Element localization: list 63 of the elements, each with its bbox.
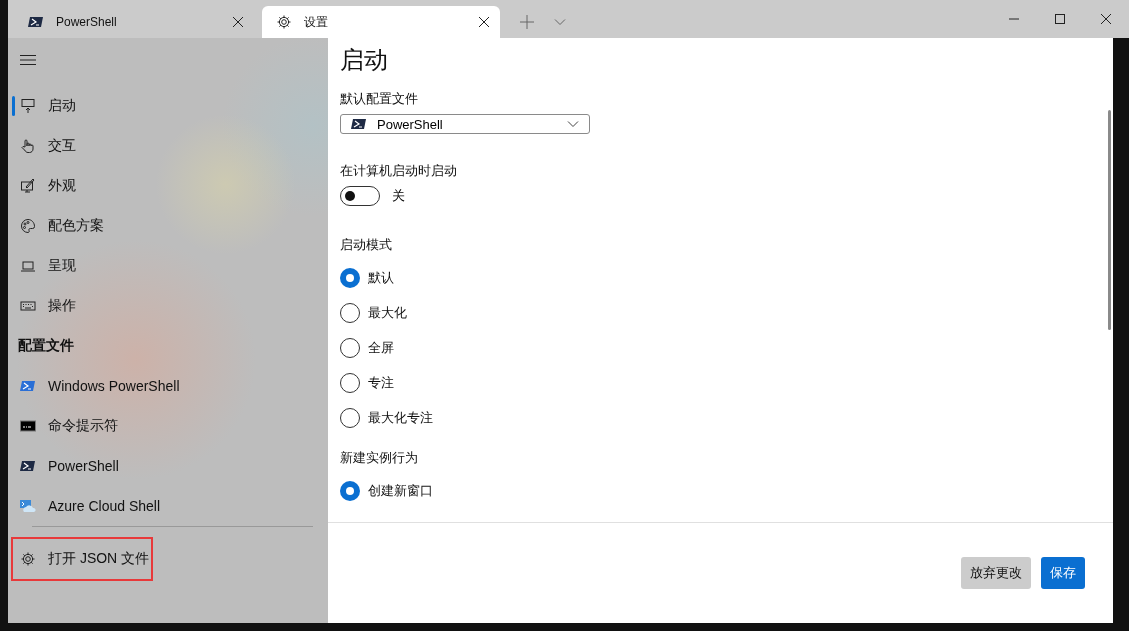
radio-button[interactable] xyxy=(340,267,360,288)
nav-item[interactable]: 呈现 xyxy=(8,246,328,286)
radio-button[interactable] xyxy=(340,337,360,358)
settings-icon xyxy=(20,551,36,567)
radio-button[interactable] xyxy=(340,372,360,393)
discard-button[interactable]: 放弃更改 xyxy=(961,557,1031,589)
settings-icon xyxy=(276,14,292,30)
profile-item[interactable]: Azure Cloud Shell xyxy=(8,486,328,526)
field-label: 启动模式 xyxy=(340,236,393,254)
close-icon[interactable] xyxy=(232,16,244,28)
radio-option[interactable]: 默认 xyxy=(340,260,1108,295)
radio-label: 默认 xyxy=(368,268,394,287)
powershell-icon xyxy=(20,378,36,394)
radio-option[interactable]: 全屏 xyxy=(340,330,1108,365)
radio-button[interactable] xyxy=(340,480,360,501)
nav-item[interactable]: 启动 xyxy=(8,86,328,126)
radio-label: 全屏 xyxy=(368,338,394,357)
field-label: 新建实例行为 xyxy=(340,449,419,467)
radio-label: 专注 xyxy=(368,373,394,392)
radio-label: 最大化专注 xyxy=(368,408,433,427)
profile-item[interactable]: PowerShell xyxy=(8,446,328,486)
radio-button[interactable] xyxy=(340,407,360,428)
field-label: 在计算机启动时启动 xyxy=(340,162,458,180)
powershell-icon xyxy=(351,116,367,132)
radio-option[interactable]: 最大化 xyxy=(340,295,1108,330)
profile-item[interactable]: 命令提示符 xyxy=(8,406,328,446)
nav-item[interactable]: 配色方案 xyxy=(8,206,328,246)
field-label: 默认配置文件 xyxy=(340,90,419,108)
close-icon[interactable] xyxy=(478,16,490,28)
radio-button[interactable] xyxy=(340,302,360,323)
laptop-icon xyxy=(20,258,36,274)
hand-pointer-icon xyxy=(20,138,36,154)
profile-dropdown[interactable]: PowerShell xyxy=(340,114,590,134)
page-title: 启动 xyxy=(340,45,389,75)
nav-item[interactable]: 外观 xyxy=(8,166,328,206)
radio-label: 创建新窗口 xyxy=(368,481,433,500)
radio-option[interactable]: 专注 xyxy=(340,365,1108,400)
chevron-down-icon xyxy=(567,118,579,130)
monitor-brush-icon xyxy=(20,178,36,194)
cloud-shell-icon xyxy=(20,498,36,514)
palette-icon xyxy=(20,218,36,234)
maximize-icon[interactable] xyxy=(1055,14,1065,24)
tab[interactable]: 设置 xyxy=(262,6,500,38)
radio-label: 最大化 xyxy=(368,303,407,322)
close-icon[interactable] xyxy=(1101,14,1111,24)
monitor-arrow-icon xyxy=(20,98,36,114)
open-json-item[interactable]: 打开 JSON 文件 xyxy=(13,539,151,579)
powershell-icon xyxy=(28,14,44,30)
profile-item[interactable]: Windows PowerShell xyxy=(8,366,328,406)
save-button[interactable]: 保存 xyxy=(1041,557,1085,589)
scrollbar[interactable] xyxy=(1108,110,1111,330)
toggle-state: 关 xyxy=(392,187,405,205)
powershell-icon xyxy=(20,458,36,474)
radio-option[interactable]: 创建新窗口 xyxy=(340,473,1108,508)
tab[interactable]: PowerShell xyxy=(14,6,254,38)
nav-item[interactable]: 操作 xyxy=(8,286,328,326)
toggle-switch[interactable] xyxy=(340,186,380,206)
keyboard-icon xyxy=(20,298,36,314)
command-prompt-icon xyxy=(20,418,36,434)
nav-item[interactable]: 交互 xyxy=(8,126,328,166)
radio-option[interactable]: 最大化专注 xyxy=(340,400,1108,435)
menu-icon[interactable] xyxy=(20,52,36,68)
section-heading: 配置文件 xyxy=(17,336,75,355)
